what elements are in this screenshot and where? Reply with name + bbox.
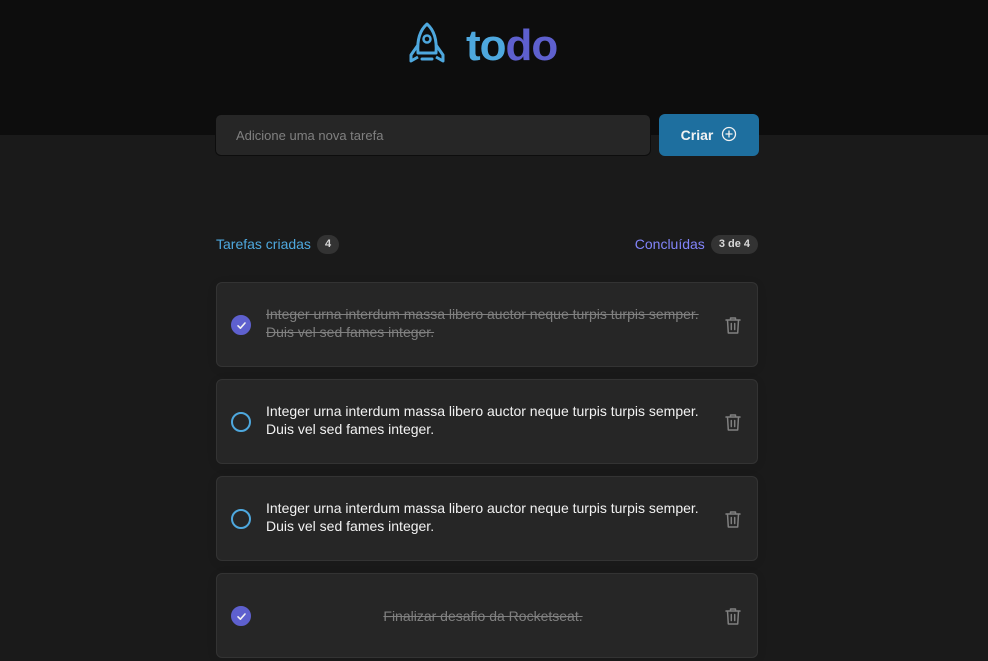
logo-text: todo [466,21,559,70]
task-item: Integer urna interdum massa libero aucto… [216,282,758,367]
task-text: Integer urna interdum massa libero aucto… [266,500,699,534]
task-counters: Tarefas criadas 4 Concluídas 3 de 4 [216,233,758,255]
task-checkbox[interactable] [231,509,251,529]
created-count-badge: 4 [316,234,340,254]
rocket-icon [406,21,448,72]
task-checkbox[interactable] [231,606,251,626]
logo-text-do: do [505,21,559,70]
done-count-badge: 3 de 4 [710,234,758,254]
check-mark-icon [236,321,246,329]
task-checkbox[interactable] [231,412,251,432]
logo: todo [406,21,559,72]
create-button-label: Criar [680,127,714,143]
done-label: Concluídas [634,236,705,252]
trash-icon[interactable] [723,314,743,336]
task-item: Finalizar desafio da Rocketseat. [216,573,758,658]
done-counter: Concluídas 3 de 4 [634,234,758,254]
task-text: Integer urna interdum massa libero aucto… [266,306,699,340]
task-item: Integer urna interdum massa libero aucto… [216,379,758,464]
created-label: Tarefas criadas [216,236,311,252]
trash-icon[interactable] [723,605,743,627]
task-text: Finalizar desafio da Rocketseat. [383,608,583,624]
task-checkbox[interactable] [231,315,251,335]
task-item: Integer urna interdum massa libero aucto… [216,476,758,561]
logo-text-to: to [466,21,507,70]
trash-icon[interactable] [723,508,743,530]
check-mark-icon [236,612,246,620]
created-counter: Tarefas criadas 4 [216,234,340,254]
task-text: Integer urna interdum massa libero aucto… [266,403,699,437]
trash-icon[interactable] [723,411,743,433]
plus-circle-icon [721,126,737,145]
new-task-input[interactable] [215,114,651,156]
create-button[interactable]: Criar [659,114,759,156]
task-list: Integer urna interdum massa libero aucto… [216,282,758,661]
